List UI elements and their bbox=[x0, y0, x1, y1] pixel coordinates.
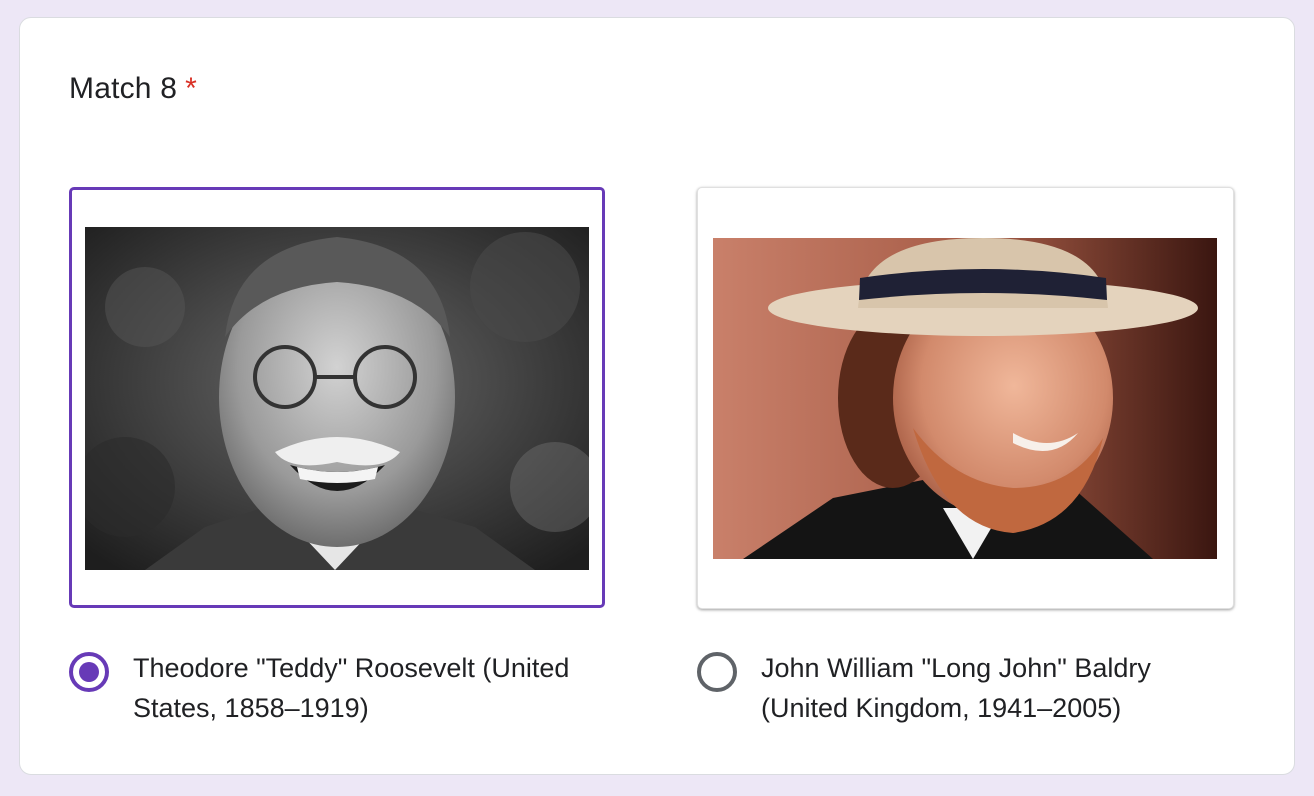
option-label-roosevelt[interactable]: Theodore "Teddy" Roosevelt (United State… bbox=[133, 648, 613, 728]
option-label-baldry[interactable]: John William "Long John" Baldry (United … bbox=[761, 648, 1241, 728]
radio-button-baldry[interactable] bbox=[697, 652, 737, 692]
question-card: Match 8 * Theodore "Teddy" Roosevelt (Un… bbox=[19, 17, 1295, 775]
option-image-card-baldry[interactable] bbox=[697, 187, 1234, 609]
option-image-card-roosevelt[interactable] bbox=[69, 187, 605, 608]
required-asterisk: * bbox=[185, 72, 197, 105]
question-title: Match 8 * bbox=[69, 72, 197, 106]
radio-button-roosevelt[interactable] bbox=[69, 652, 109, 692]
baldry-photo bbox=[713, 238, 1217, 559]
question-title-text: Match 8 bbox=[69, 72, 178, 105]
roosevelt-photo bbox=[85, 227, 589, 570]
